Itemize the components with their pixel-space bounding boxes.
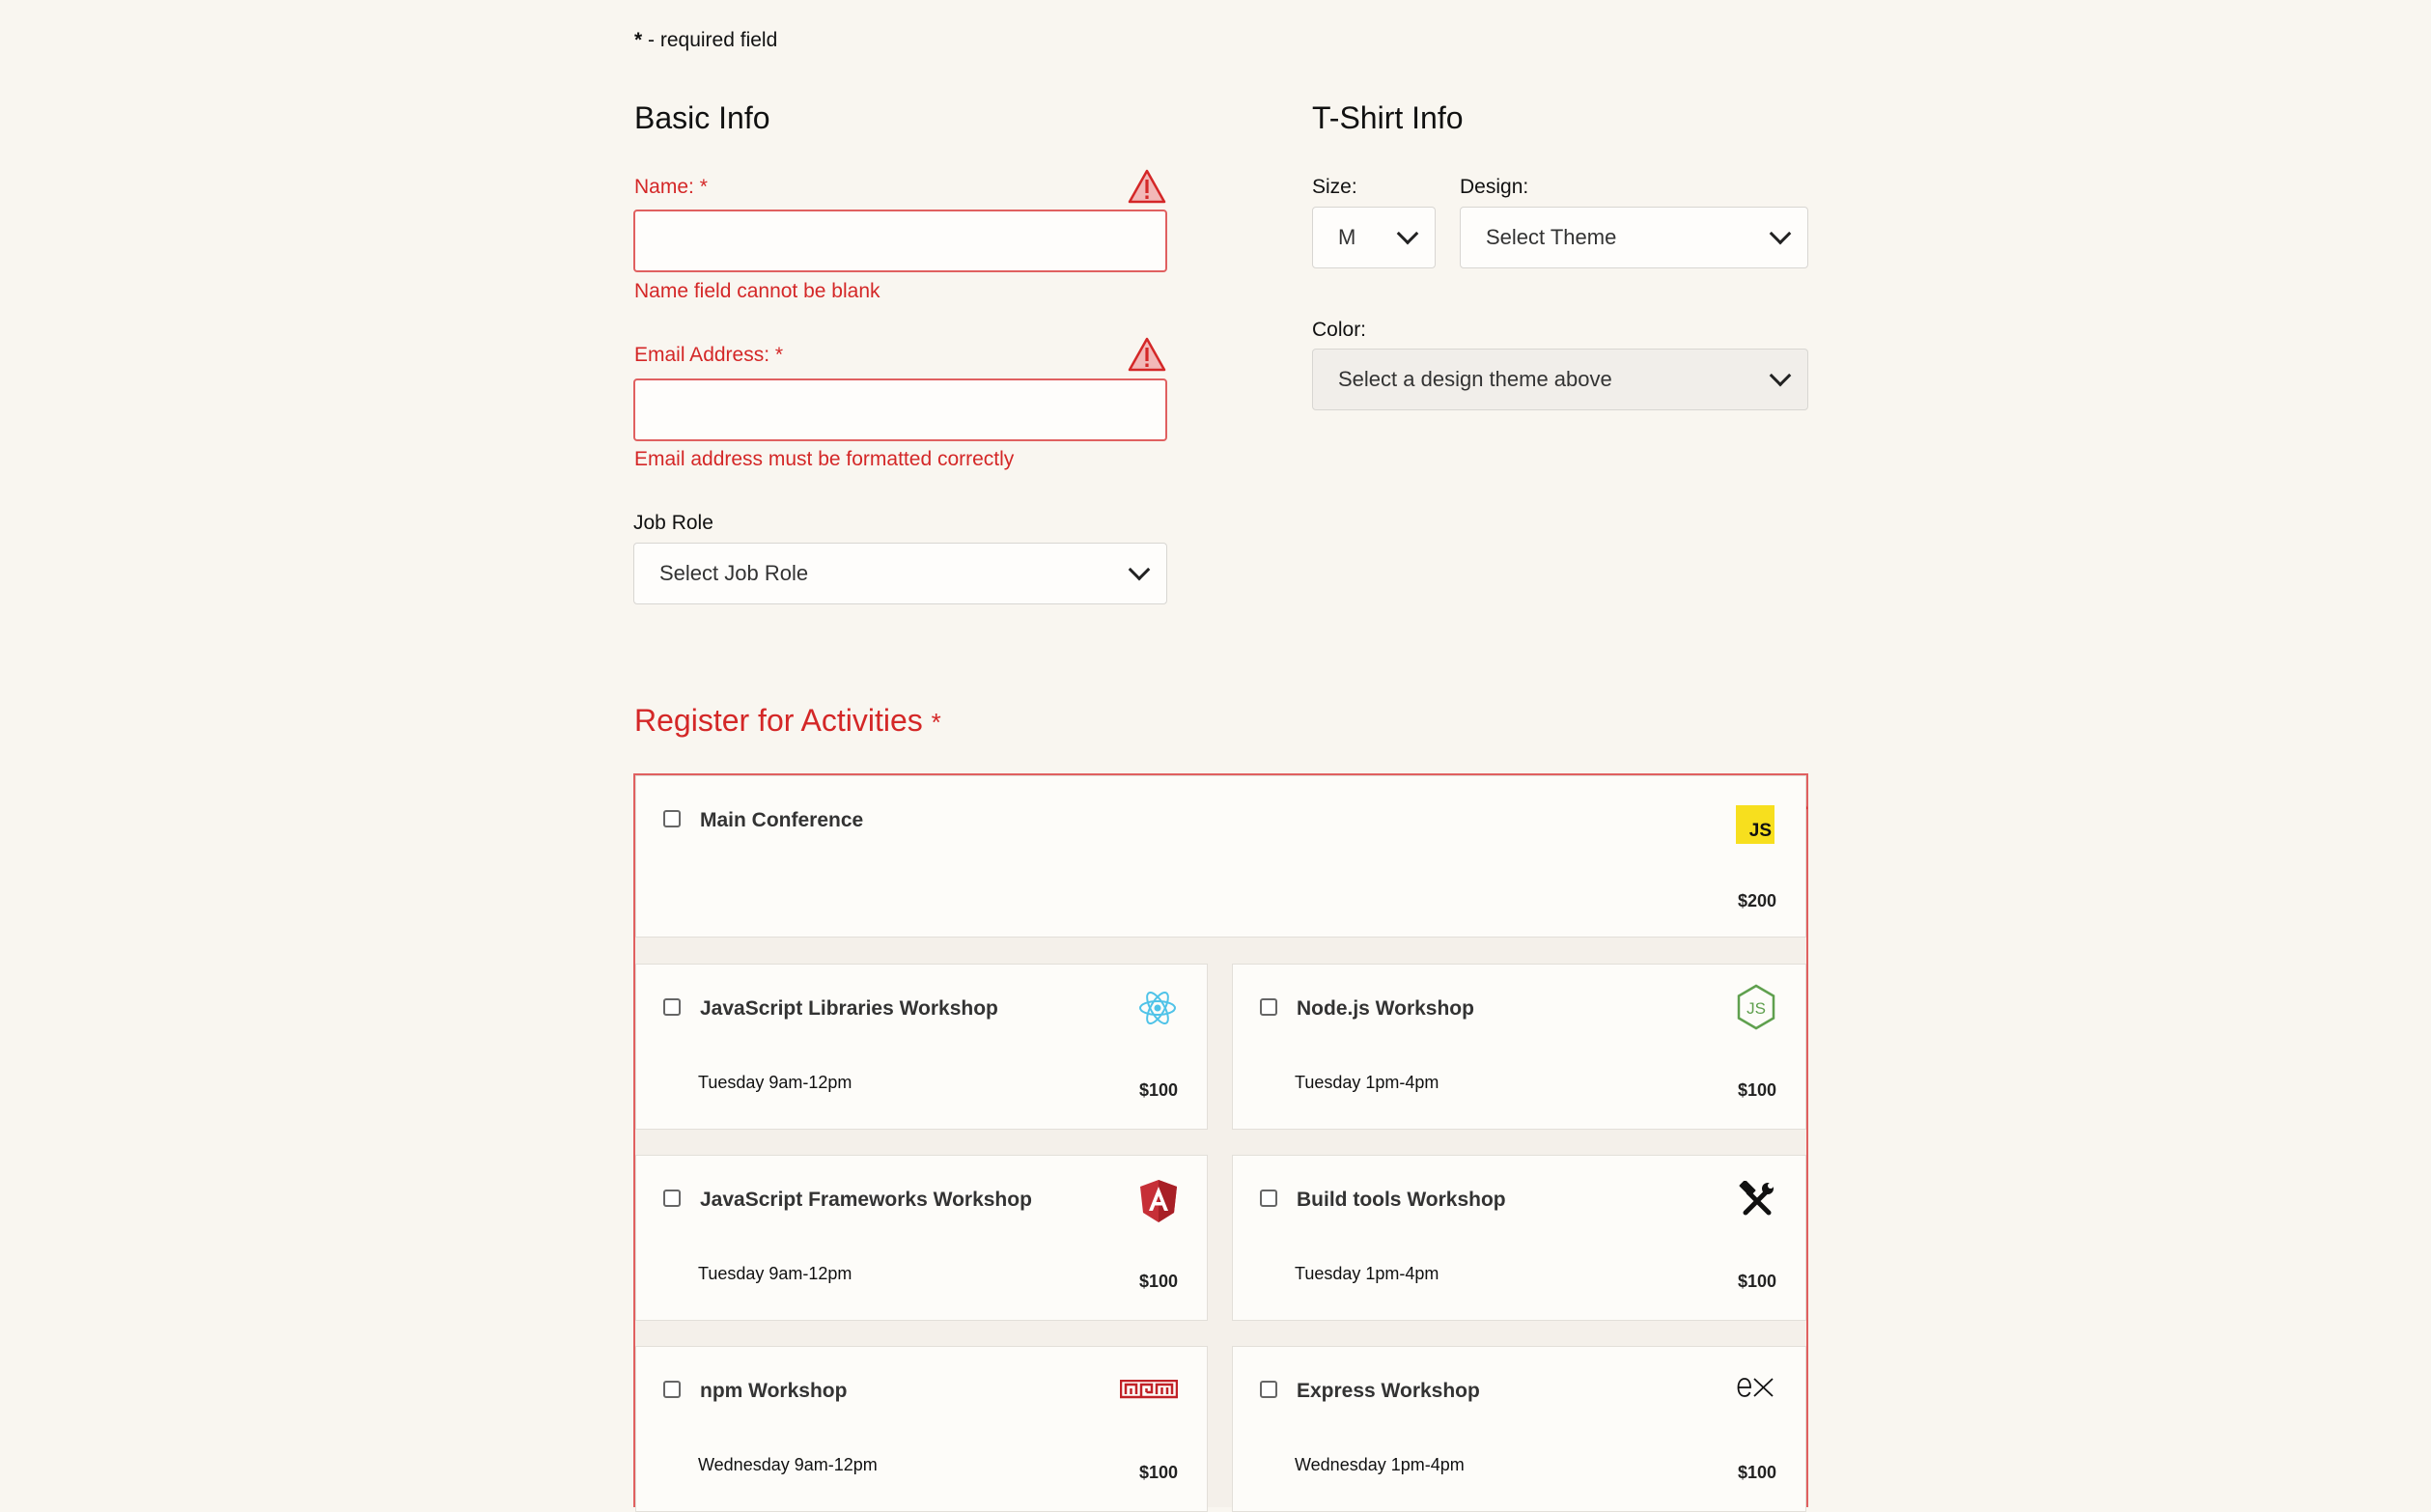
color-label: Color:	[1312, 319, 1367, 341]
name-error-message: Name field cannot be blank	[634, 280, 880, 302]
workshop-time: Tuesday 1pm-4pm	[1295, 1073, 1439, 1092]
workshop-checkbox[interactable]	[1260, 1381, 1277, 1398]
workshop-name: JavaScript Frameworks Workshop	[700, 1189, 1032, 1211]
email-error-message: Email address must be formatted correctl…	[634, 448, 1015, 470]
workshop-name: npm Workshop	[700, 1380, 848, 1402]
workshop-cost: $100	[1737, 1272, 1776, 1291]
name-required-star: *	[699, 176, 708, 198]
workshop-name: Express Workshop	[1297, 1380, 1480, 1402]
workshop-checkbox[interactable]	[663, 1381, 681, 1398]
workshop-time: Wednesday 9am-12pm	[698, 1455, 878, 1474]
email-input[interactable]	[633, 378, 1167, 441]
activities-required-star: *	[931, 708, 941, 737]
workshop-checkbox[interactable]	[663, 998, 681, 1016]
workshop-card[interactable]: Build tools Workshop Tuesday 1pm-4pm $10…	[1232, 1155, 1806, 1321]
workshop-card[interactable]: Node.js Workshop JS Tuesday 1pm-4pm $100	[1232, 964, 1806, 1130]
email-required-star: *	[774, 344, 784, 366]
required-star: *	[634, 29, 643, 51]
nodejs-icon: JS	[1737, 984, 1775, 1030]
javascript-logo-text: JS	[1748, 821, 1772, 841]
express-icon	[1737, 1378, 1774, 1397]
workshop-cost: $100	[1138, 1080, 1178, 1100]
workshop-name: Node.js Workshop	[1297, 997, 1474, 1020]
job-role-selected: Select Job Role	[659, 561, 809, 585]
workshop-time: Wednesday 1pm-4pm	[1295, 1455, 1465, 1474]
design-label: Design:	[1460, 176, 1529, 198]
chevron-down-icon	[1769, 364, 1792, 387]
chevron-down-icon	[1396, 222, 1419, 245]
name-label-text: Name:	[634, 176, 694, 198]
workshop-name: JavaScript Libraries Workshop	[700, 997, 998, 1020]
main-conference-card[interactable]: Main Conference JS $200	[635, 775, 1806, 938]
name-warning-icon	[1128, 169, 1166, 204]
hammer-wrench-icon	[1739, 1181, 1774, 1216]
workshop-time: Tuesday 9am-12pm	[698, 1264, 852, 1283]
workshop-checkbox[interactable]	[663, 1190, 681, 1207]
workshop-card[interactable]: Express Workshop Wednesday 1pm-4pm $100	[1232, 1346, 1806, 1512]
job-role-label: Job Role	[633, 512, 713, 534]
npm-icon	[1120, 1380, 1178, 1399]
workshop-checkbox[interactable]	[1260, 1190, 1277, 1207]
email-label: Email Address: *	[634, 344, 783, 367]
workshop-card[interactable]: JavaScript Libraries Workshop Tuesday 9a…	[635, 964, 1208, 1130]
chevron-down-icon	[1128, 558, 1151, 581]
workshop-time: Tuesday 9am-12pm	[698, 1073, 852, 1092]
required-field-note: * - required field	[634, 29, 777, 52]
design-select[interactable]: Select Theme	[1460, 207, 1808, 268]
job-role-select[interactable]: Select Job Role	[633, 543, 1167, 604]
svg-text:JS: JS	[1746, 999, 1766, 1018]
name-input[interactable]	[633, 210, 1167, 272]
angular-icon	[1140, 1180, 1177, 1222]
color-selected: Select a design theme above	[1338, 367, 1612, 391]
react-icon	[1139, 992, 1176, 1024]
size-label: Size:	[1312, 176, 1357, 198]
email-label-text: Email Address:	[634, 344, 770, 366]
javascript-icon: JS	[1736, 805, 1774, 844]
size-select[interactable]: M	[1312, 207, 1436, 268]
size-selected: M	[1338, 225, 1356, 249]
workshop-name: Build tools Workshop	[1297, 1189, 1506, 1211]
main-conference-checkbox[interactable]	[663, 810, 681, 827]
main-conference-name: Main Conference	[700, 809, 864, 831]
workshop-card[interactable]: npm Workshop Wednesday 9am-12pm $100	[635, 1346, 1208, 1512]
workshop-cost: $100	[1737, 1080, 1776, 1100]
workshop-card[interactable]: JavaScript Frameworks Workshop Tuesday 9…	[635, 1155, 1208, 1321]
design-selected: Select Theme	[1486, 225, 1617, 249]
activities-title-text: Register for Activities	[634, 703, 923, 738]
tshirt-info-title: T-Shirt Info	[1312, 100, 1464, 135]
name-label: Name: *	[634, 176, 708, 199]
chevron-down-icon	[1769, 222, 1792, 245]
activities-title: Register for Activities *	[634, 703, 941, 739]
workshop-time: Tuesday 1pm-4pm	[1295, 1264, 1439, 1283]
required-note-text: - required field	[642, 29, 778, 51]
color-select[interactable]: Select a design theme above	[1312, 349, 1808, 410]
workshop-checkbox[interactable]	[1260, 998, 1277, 1016]
workshop-cost: $100	[1138, 1272, 1178, 1291]
email-warning-icon	[1128, 337, 1166, 372]
workshop-cost: $100	[1138, 1463, 1178, 1482]
main-conference-cost: $200	[1737, 891, 1776, 910]
workshop-cost: $100	[1737, 1463, 1776, 1482]
basic-info-title: Basic Info	[634, 100, 770, 135]
